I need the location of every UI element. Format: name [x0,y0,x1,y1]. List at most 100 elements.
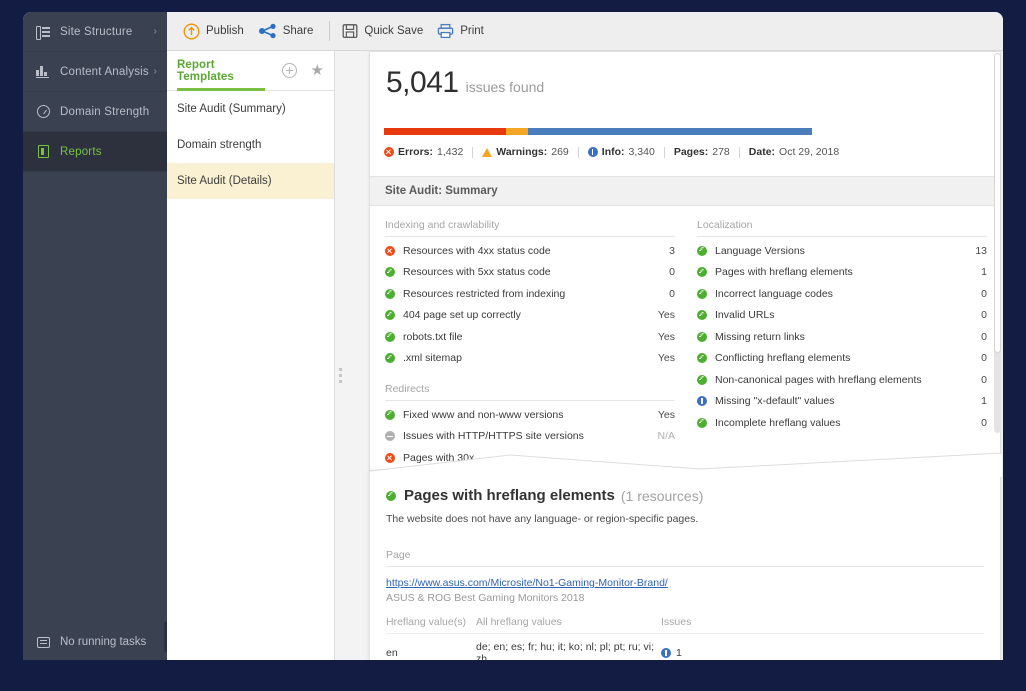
publish-button[interactable]: Publish [183,22,244,40]
factor-row[interactable]: Incorrect language codes 0 [697,283,987,305]
success-icon [697,417,711,428]
stat-info: Info: 3,340 [587,146,655,158]
tab-report-templates[interactable]: Report Templates [177,59,268,83]
quick-save-button[interactable]: Quick Save [342,23,423,39]
section-header: Redirects [385,383,675,401]
col-header-issues: Issues [661,616,692,628]
template-label: Domain strength [177,139,262,151]
factor-label: Resources with 4xx status code [403,244,551,257]
application-window: Site Structure › Content Analysis › Doma… [23,12,1003,660]
summary-columns: Indexing and crawlability Resources with … [370,207,1000,469]
factor-row[interactable]: .xml sitemap Yes [385,348,675,370]
col-header-hreflang-values: Hreflang value(s) [386,616,466,628]
info-icon [587,147,598,157]
cell-issues: 1 [661,647,984,659]
section-header: Localization [697,219,987,237]
factor-row[interactable]: Incomplete hreflang values 0 [697,412,987,434]
success-icon [386,490,396,501]
sidebar-item-domain-strength[interactable]: Domain Strength [23,92,167,132]
factor-value: 0 [669,287,675,300]
factor-row[interactable]: Missing "x-default" values 1 [697,391,987,413]
warning-icon [482,147,493,157]
factor-label: Invalid URLs [715,309,775,322]
success-icon [385,331,399,342]
factor-row[interactable]: Fixed www and non-www versions Yes [385,404,675,426]
panel-resize-handle[interactable] [335,351,345,399]
factor-row[interactable]: Pages with 30x [385,447,675,469]
stat-divider [472,146,474,158]
stat-divider [577,146,579,158]
plus-circle-icon [281,63,297,78]
factor-row[interactable]: Conflicting hreflang elements 0 [697,348,987,370]
stat-value: Oct 29, 2018 [779,146,840,158]
error-icon [385,452,399,463]
template-item-domain-strength[interactable]: Domain strength [167,127,334,163]
stat-value: 3,340 [628,146,655,158]
bar-segment-info [528,128,812,135]
sidebar-item-reports[interactable]: Reports [23,132,167,172]
summary-column-left: Indexing and crawlability Resources with … [385,219,675,469]
success-icon [385,409,399,420]
success-icon [385,267,399,278]
factor-row[interactable]: Issues with HTTP/HTTPS site versions N/A [385,426,675,448]
detail-description: The website does not have any language- … [386,513,699,525]
sidebar-item-content-analysis[interactable]: Content Analysis › [23,52,167,92]
factor-row[interactable]: 404 page set up correctly Yes [385,305,675,327]
factor-row[interactable]: Non-canonical pages with hreflang elemen… [697,369,987,391]
sidebar-item-label: Domain Strength [60,105,150,118]
sidebar-item-label: Reports [60,145,102,158]
page-url-link[interactable]: https://www.asus.com/Microsite/No1-Gamin… [386,577,984,589]
stat-divider [738,146,740,158]
active-tab-underline [177,88,265,91]
factor-label: robots.txt file [403,330,463,343]
factor-value: Yes [657,352,675,365]
template-item-site-audit-details[interactable]: Site Audit (Details) [167,163,334,199]
template-item-site-audit-summary[interactable]: Site Audit (Summary) [167,91,334,127]
stat-label: Info: [601,146,625,158]
tasks-icon [35,634,51,650]
publish-label: Publish [206,25,244,37]
factor-value: Yes [657,408,675,421]
factor-row[interactable]: Resources with 4xx status code 3 [385,240,675,262]
factor-row[interactable]: Invalid URLs 0 [697,305,987,327]
factor-label: .xml sitemap [403,352,462,365]
main-toolbar: Publish Share Quick Save Print [167,12,1003,51]
report-templates-panel: Report Templates ★ Site Audit (Summary) … [167,51,335,660]
factor-value: Yes [657,309,675,322]
stat-errors: Errors: 1,432 [384,146,463,158]
detail-title-row: Pages with hreflang elements (1 resource… [386,487,984,504]
share-button[interactable]: Share [258,23,313,39]
factor-row[interactable]: robots.txt file Yes [385,326,675,348]
floppy-disk-icon [342,23,358,39]
factor-value: 13 [975,244,987,257]
factor-row[interactable]: Language Versions 13 [697,240,987,262]
factor-row[interactable]: Missing return links 0 [697,326,987,348]
success-icon [697,353,711,364]
error-icon [384,147,394,157]
factor-row[interactable]: Resources with 5xx status code 0 [385,262,675,284]
scrollbar-thumb[interactable] [994,53,1001,353]
factor-row[interactable]: Resources restricted from indexing 0 [385,283,675,305]
success-icon [697,245,711,256]
factor-label: Missing "x-default" values [715,395,835,408]
factor-label: Conflicting hreflang elements [715,352,851,365]
col-header-all-hreflang-values: All hreflang values [476,616,562,628]
factor-value: 0 [981,373,987,386]
factor-label: Incomplete hreflang values [715,416,841,429]
report-scrollbar[interactable] [994,53,1001,433]
add-template-button[interactable] [281,63,297,78]
success-icon [697,374,711,385]
stat-label: Pages: [673,146,709,158]
detail-content: Pages with hreflang elements (1 resource… [370,473,1000,660]
bar-segment-errors [384,128,506,135]
table-row: en de; en; es; fr; hu; it; ko; nl; pl; p… [386,633,984,660]
success-icon [385,310,399,321]
factor-value: 0 [981,352,987,365]
sidebar-item-site-structure[interactable]: Site Structure › [23,12,167,52]
factor-label: Pages with 30x [403,451,475,464]
factor-row[interactable]: Pages with hreflang elements 1 [697,262,987,284]
favorite-template-button[interactable]: ★ [311,63,324,78]
print-button[interactable]: Print [437,23,484,39]
factor-value: 0 [981,416,987,429]
factor-value: N/A [657,430,675,443]
